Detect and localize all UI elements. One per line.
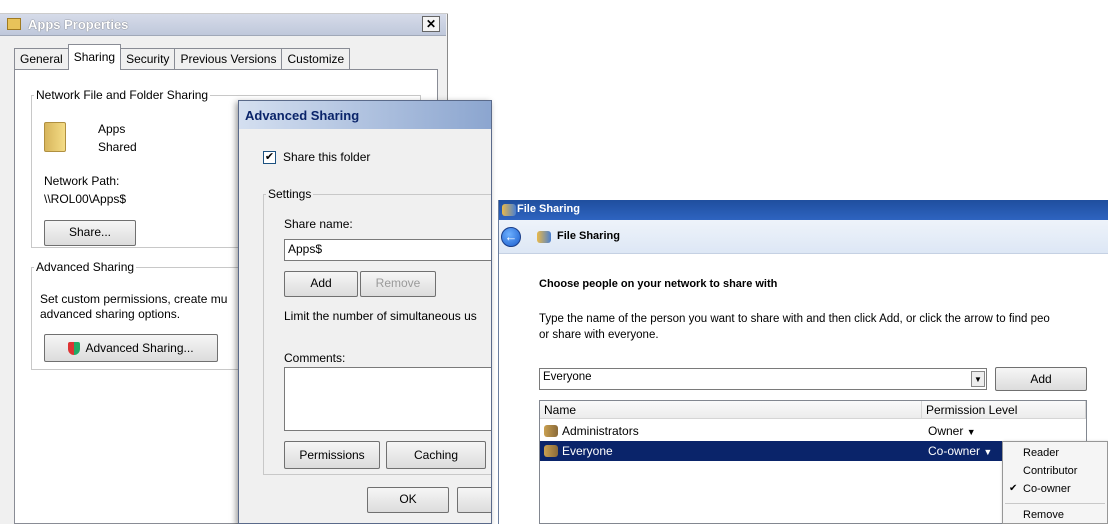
- share-with-input[interactable]: Everyone: [539, 368, 987, 390]
- adv-title: Advanced Sharing: [245, 108, 360, 123]
- tab-strip: General Sharing Security Previous Versio…: [14, 44, 351, 70]
- row-name: Administrators: [562, 424, 639, 438]
- checkmark-icon: ✔: [1009, 483, 1018, 494]
- advanced-sharing-legend: Advanced Sharing: [36, 260, 135, 274]
- dropdown-arrow-icon: ▼: [983, 447, 993, 457]
- column-permission-header[interactable]: Permission Level: [922, 401, 1086, 419]
- fs-description-1: Type the name of the person you want to …: [539, 313, 1050, 325]
- row-permission[interactable]: Co-owner ▼: [928, 444, 992, 458]
- advanced-sharing-desc-2: advanced sharing options.: [40, 307, 181, 321]
- limit-users-label: Limit the number of simultaneous us: [284, 309, 477, 323]
- fs-nav-bar: ← File Sharing: [499, 220, 1108, 254]
- background-strip: [0, 0, 448, 14]
- tab-security[interactable]: Security: [120, 48, 176, 70]
- file-sharing-icon: [502, 204, 516, 216]
- network-path-value: \\ROL00\Apps$: [44, 192, 127, 206]
- props-title: Apps Properties: [28, 17, 129, 32]
- dropdown-arrow-icon: ▼: [966, 427, 976, 437]
- list-item[interactable]: Administrators Owner ▼: [540, 421, 1086, 441]
- advanced-sharing-desc-1: Set custom permissions, create mu: [40, 292, 228, 306]
- fs-title-bar: File Sharing: [499, 200, 1108, 220]
- menu-item-reader[interactable]: Reader: [1023, 447, 1059, 459]
- menu-item-remove[interactable]: Remove: [1023, 509, 1064, 521]
- tab-previous-versions[interactable]: Previous Versions: [174, 48, 283, 70]
- user-group-icon: [544, 425, 558, 437]
- share-folder-checkbox[interactable]: ✔: [263, 151, 276, 164]
- row-name: Everyone: [562, 444, 613, 458]
- props-title-bar: Apps Properties ✕: [0, 14, 446, 36]
- menu-separator: [1005, 503, 1105, 504]
- cancel-button[interactable]: [457, 487, 491, 513]
- tab-general[interactable]: General: [14, 48, 69, 70]
- network-path-label: Network Path:: [44, 174, 120, 188]
- menu-item-contributor[interactable]: Contributor: [1023, 465, 1077, 477]
- folder-icon: [7, 18, 21, 30]
- back-arrow-icon[interactable]: ←: [501, 227, 521, 247]
- comments-label: Comments:: [284, 351, 346, 365]
- adv-title-bar: Advanced Sharing: [239, 101, 491, 129]
- network-sharing-legend: Network File and Folder Sharing: [36, 88, 209, 102]
- shield-icon: [68, 342, 81, 356]
- tab-sharing[interactable]: Sharing: [67, 44, 122, 70]
- advanced-sharing-dialog: Advanced Sharing ✔ Share this folder Set…: [238, 100, 492, 524]
- share-name-label: Share name:: [284, 217, 353, 231]
- file-sharing-nav-icon: [537, 231, 551, 243]
- settings-group: Settings Share name: Apps$ Add Remove Li…: [263, 187, 491, 475]
- comments-textarea[interactable]: [284, 367, 491, 431]
- fs-add-button[interactable]: Add: [995, 367, 1087, 391]
- dropdown-arrow-icon[interactable]: ▼: [971, 371, 985, 387]
- permissions-button[interactable]: Permissions: [284, 441, 380, 469]
- fs-heading: Choose people on your network to share w…: [539, 278, 778, 290]
- fs-window-title: File Sharing: [517, 203, 580, 215]
- row-permission[interactable]: Owner ▼: [928, 424, 976, 438]
- share-button[interactable]: Share...: [44, 220, 136, 246]
- remove-share-button[interactable]: Remove: [360, 271, 436, 297]
- user-group-icon: [544, 445, 558, 457]
- row-permission-label: Owner: [928, 424, 964, 438]
- add-share-button[interactable]: Add: [284, 271, 358, 297]
- fs-description-2: or share with everyone.: [539, 329, 659, 341]
- fs-nav-title: File Sharing: [557, 230, 620, 242]
- share-folder-label: Share this folder: [283, 150, 371, 164]
- close-button[interactable]: ✕: [422, 16, 440, 32]
- menu-item-co-owner[interactable]: Co-owner: [1023, 483, 1071, 495]
- settings-legend: Settings: [268, 187, 312, 201]
- advanced-sharing-button[interactable]: Advanced Sharing...: [44, 334, 218, 362]
- ok-button[interactable]: OK: [367, 487, 449, 513]
- permission-context-menu: Reader Contributor ✔ Co-owner Remove: [1002, 441, 1108, 524]
- tab-customize[interactable]: Customize: [281, 48, 351, 70]
- column-name-header[interactable]: Name: [540, 401, 922, 419]
- share-name-input[interactable]: Apps$: [284, 239, 491, 261]
- folder-status: Shared: [98, 140, 137, 154]
- advanced-sharing-button-label: Advanced Sharing...: [85, 341, 194, 355]
- shared-folder-icon: [44, 122, 66, 152]
- row-permission-label: Co-owner: [928, 444, 981, 458]
- caching-button[interactable]: Caching: [386, 441, 486, 469]
- folder-name: Apps: [98, 122, 126, 136]
